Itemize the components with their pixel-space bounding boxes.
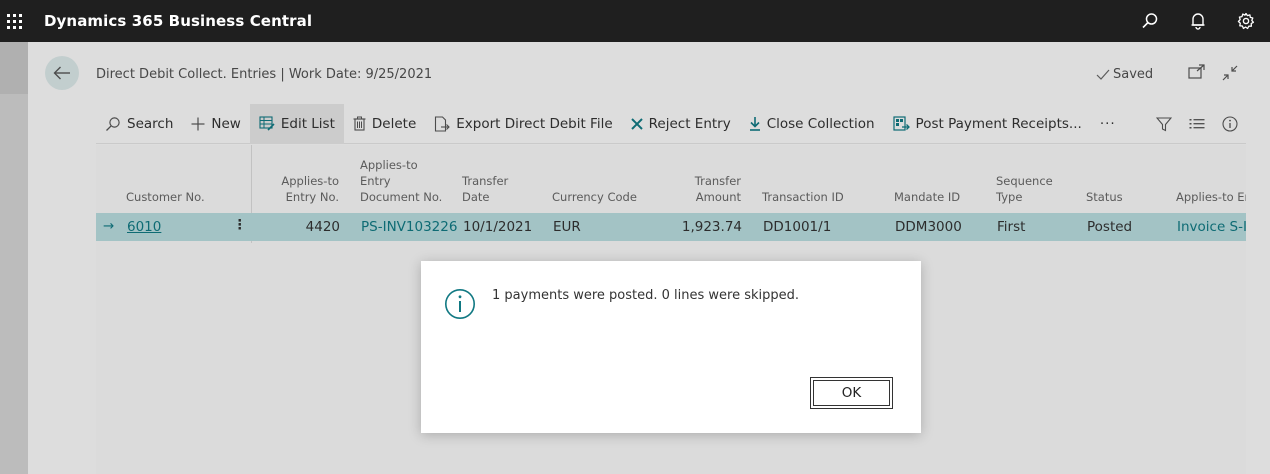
search-icon[interactable] [1126, 0, 1174, 42]
ok-button[interactable]: OK [810, 377, 893, 409]
app-bar: Dynamics 365 Business Central [0, 0, 1270, 42]
bell-icon[interactable] [1174, 0, 1222, 42]
message-dialog: 1 payments were posted. 0 lines were ski… [421, 261, 921, 433]
info-icon [444, 288, 476, 324]
gear-icon[interactable] [1222, 0, 1270, 42]
dialog-message: 1 payments were posted. 0 lines were ski… [492, 288, 800, 303]
app-title[interactable]: Dynamics 365 Business Central [44, 12, 312, 30]
app-launcher-icon[interactable] [2, 9, 26, 33]
